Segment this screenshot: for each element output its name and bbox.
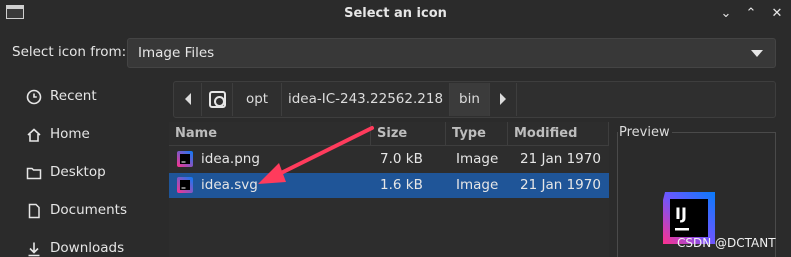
source-label: Select icon from: xyxy=(12,44,127,60)
chevron-down-icon xyxy=(751,50,763,57)
column-header-name[interactable]: Name xyxy=(169,122,371,146)
path-bar: opt idea-IC-243.22562.218 bin xyxy=(173,81,776,118)
document-icon xyxy=(28,203,40,219)
file-row-selected[interactable]: idea.svg 1.6 kB Image 21 Jan 1970 xyxy=(169,173,609,198)
maximize-button[interactable]: ⌃ xyxy=(742,5,760,23)
file-modified: 21 Jan 1970 xyxy=(520,151,601,167)
file-modified: 21 Jan 1970 xyxy=(520,177,601,193)
path-root-button[interactable] xyxy=(202,83,233,116)
column-header-type[interactable]: Type xyxy=(446,122,508,146)
path-segment-opt[interactable]: opt xyxy=(233,83,282,116)
download-icon xyxy=(28,242,40,257)
clock-icon xyxy=(26,89,42,105)
places-sidebar: Recent Home Desktop Documents Downloads xyxy=(0,76,160,257)
file-name: idea.svg xyxy=(201,177,258,193)
drive-icon xyxy=(209,91,226,108)
sidebar-item-home[interactable]: Home xyxy=(0,119,160,151)
home-icon xyxy=(27,128,41,142)
intellij-file-icon xyxy=(177,177,193,193)
file-list: Name Size Type Modified idea.png 7.0 kB … xyxy=(169,122,609,257)
logo-text: IJ xyxy=(675,204,687,223)
intellij-file-icon xyxy=(177,151,193,167)
file-type: Image xyxy=(456,177,499,193)
sidebar-item-recent[interactable]: Recent xyxy=(0,81,160,113)
column-header-size[interactable]: Size xyxy=(371,122,446,146)
file-size: 1.6 kB xyxy=(380,177,423,193)
path-scroll-left-button[interactable] xyxy=(174,83,202,116)
chevron-left-icon xyxy=(184,93,191,105)
column-header-modified[interactable]: Modified xyxy=(508,122,609,146)
sidebar-item-label: Documents xyxy=(50,202,127,218)
chevron-right-icon xyxy=(500,93,506,105)
file-name: idea.png xyxy=(201,151,260,167)
sidebar-item-label: Home xyxy=(50,126,90,142)
minimize-button[interactable]: ⌄ xyxy=(717,5,735,23)
file-row[interactable]: idea.png 7.0 kB Image 21 Jan 1970 xyxy=(169,147,609,172)
path-segment-idea[interactable]: idea-IC-243.22562.218 xyxy=(282,83,450,116)
preview-label: Preview xyxy=(619,125,670,140)
folder-icon xyxy=(26,167,42,180)
file-size: 7.0 kB xyxy=(380,151,423,167)
path-segment-bin[interactable]: bin xyxy=(450,83,490,116)
sidebar-item-desktop[interactable]: Desktop xyxy=(0,157,160,189)
title-bar: Select an icon ⌄ ⌃ ✕ xyxy=(0,0,791,29)
window-title: Select an icon xyxy=(344,6,447,21)
file-type: Image xyxy=(456,151,499,167)
sidebar-item-documents[interactable]: Documents xyxy=(0,195,160,227)
source-dropdown[interactable]: Image Files xyxy=(127,38,776,68)
watermark: CSDN @DCTANT xyxy=(677,236,776,250)
sidebar-item-label: Recent xyxy=(50,88,97,104)
sidebar-item-label: Desktop xyxy=(50,164,106,180)
file-list-header: Name Size Type Modified xyxy=(169,122,609,146)
sidebar-item-downloads[interactable]: Downloads xyxy=(0,233,160,257)
close-button[interactable]: ✕ xyxy=(768,5,786,23)
source-dropdown-value: Image Files xyxy=(138,45,215,61)
sidebar-item-label: Downloads xyxy=(50,240,125,256)
path-scroll-right-button[interactable] xyxy=(490,83,517,116)
